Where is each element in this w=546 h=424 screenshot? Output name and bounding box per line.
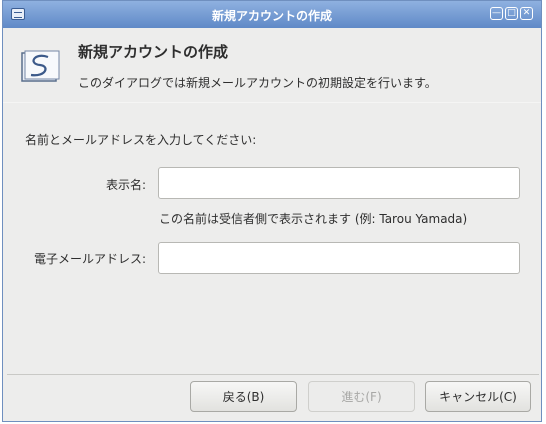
- window-title: 新規アカウントの作成: [211, 9, 332, 23]
- mail-account-icon: [21, 50, 60, 82]
- next-button[interactable]: 進む(F): [308, 381, 415, 412]
- close-icon[interactable]: ✕: [520, 7, 533, 20]
- minimize-icon[interactable]: —: [490, 7, 503, 20]
- header-title: 新規アカウントの作成: [78, 43, 229, 61]
- header-separator: [3, 102, 541, 103]
- display-name-hint: この名前は受信者側で表示されます (例: Tarou Yamada): [159, 212, 468, 226]
- email-label: 電子メールアドレス:: [33, 252, 146, 266]
- header-subtitle: このダイアログでは新規メールアカウントの初期設定を行います。: [78, 76, 437, 90]
- display-name-input[interactable]: [158, 167, 520, 199]
- email-input[interactable]: [158, 242, 520, 274]
- title-bar[interactable]: 新規アカウントの作成 — □ ✕: [3, 1, 541, 28]
- back-button[interactable]: 戻る(B): [190, 381, 297, 412]
- button-separator: [7, 374, 539, 375]
- cancel-button[interactable]: キャンセル(C): [425, 381, 531, 412]
- form-prompt: 名前とメールアドレスを入力してください:: [25, 133, 257, 147]
- window-controls: — □ ✕: [490, 7, 533, 20]
- dialog-window: 新規アカウントの作成 — □ ✕ 新規アカウントの作成 このダイアログでは新規メ…: [2, 0, 542, 422]
- maximize-icon[interactable]: □: [505, 7, 518, 20]
- display-name-label: 表示名:: [105, 178, 146, 192]
